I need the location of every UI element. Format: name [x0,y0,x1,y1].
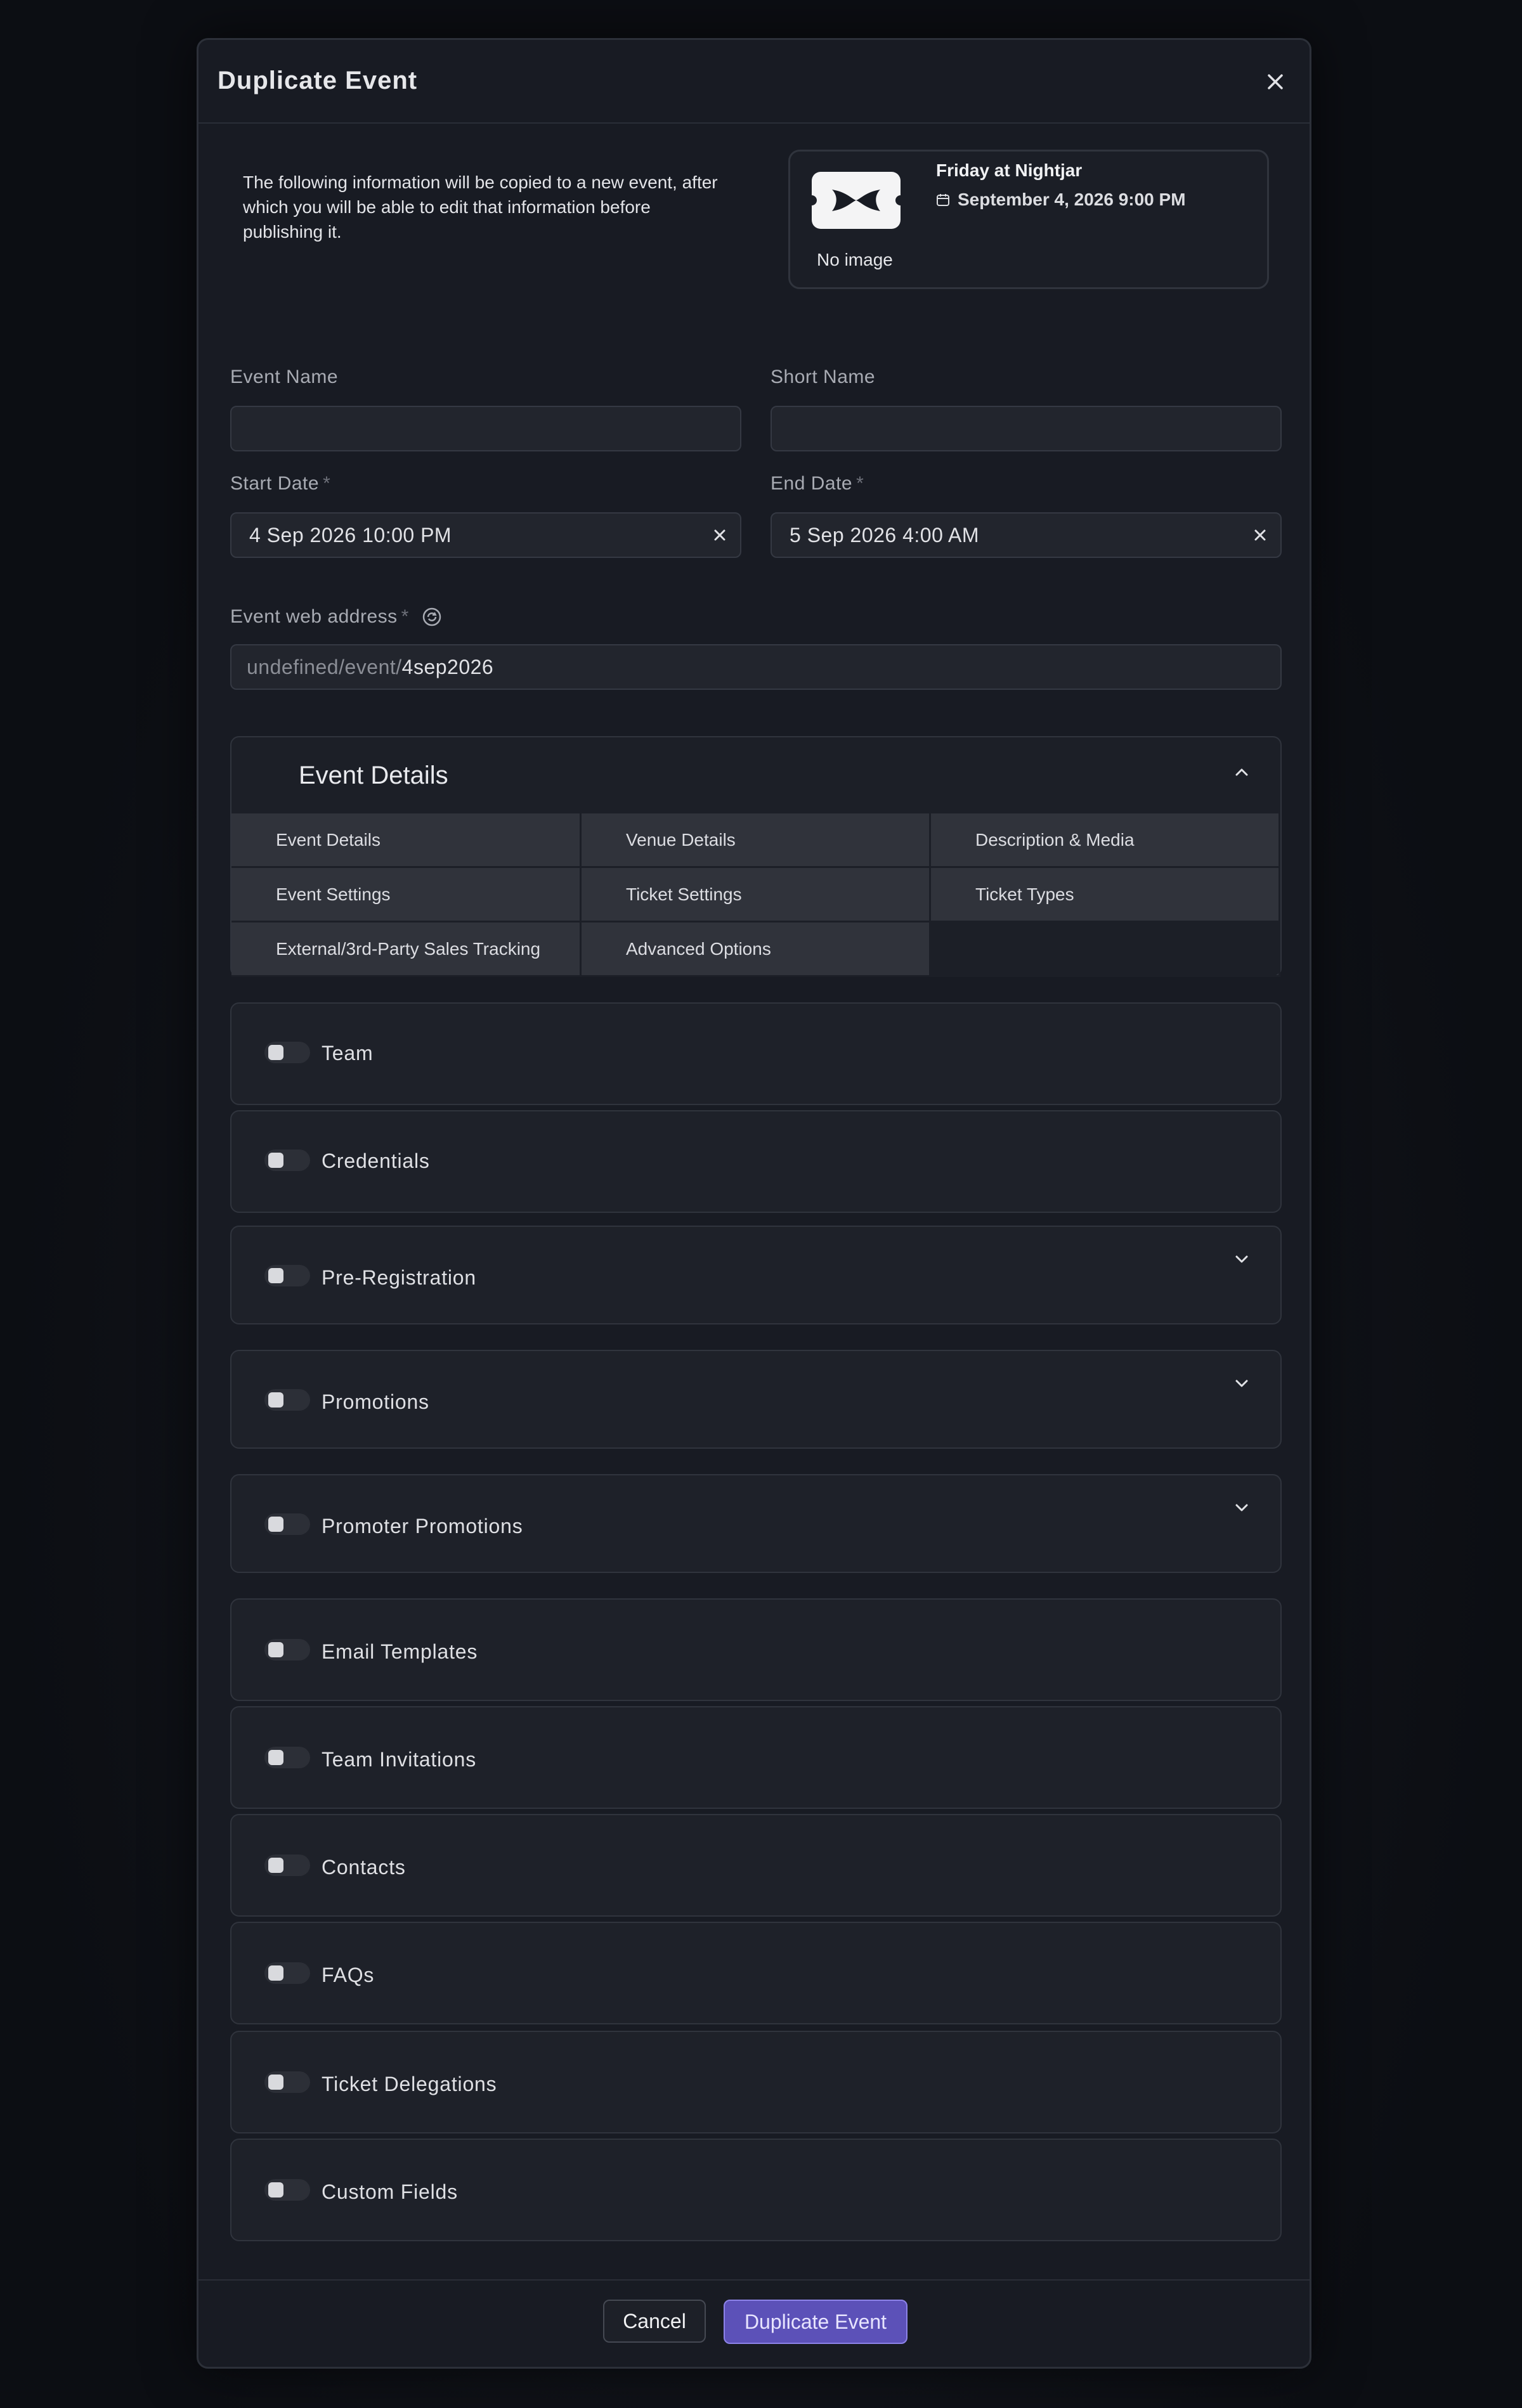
section-label: Team [322,1042,374,1065]
event-name-input[interactable] [230,406,741,451]
details-item-event-details[interactable]: Event Details [231,813,582,868]
promoter-promotions-toggle[interactable] [264,1513,310,1535]
start-date-input[interactable]: 4 Sep 2026 10:00 PM [230,512,741,558]
no-image-label: No image [817,250,893,269]
regenerate-icon[interactable] [420,605,443,628]
event-logo [807,172,906,229]
team-invitations-toggle[interactable] [264,1747,310,1768]
required-mark: * [401,606,409,627]
ticket-logo-icon [807,190,906,211]
section-label: Contacts [322,1856,406,1879]
grid-empty-cell [931,922,1280,977]
email-templates-toggle[interactable] [264,1639,310,1660]
clear-start-date-button[interactable] [710,525,730,545]
details-item-external-sales-tracking[interactable]: External/3rd-Party Sales Tracking [231,922,582,977]
event-details-grid: Event Details Venue Details Description … [231,813,1280,977]
close-icon [1268,74,1283,89]
web-address-prefix: undefined/event/ [247,655,402,678]
close-icon [1254,529,1266,541]
pre-registration-toggle[interactable] [264,1265,310,1286]
required-mark: * [323,473,331,494]
contacts-toggle[interactable] [264,1855,310,1876]
details-item-ticket-types[interactable]: Ticket Types [931,868,1280,922]
required-mark: * [856,473,864,494]
section-label: Promoter Promotions [322,1515,523,1537]
section-ticket-delegations: Ticket Delegations [230,2031,1282,2133]
web-address-label-text: Event web address [230,606,398,627]
cancel-button[interactable]: Cancel [603,2300,706,2343]
section-label: Email Templates [322,1640,478,1663]
details-item-description-media[interactable]: Description & Media [931,813,1280,868]
section-label: Custom Fields [322,2180,458,2203]
clear-end-date-button[interactable] [1250,525,1270,545]
section-faqs: FAQs [230,1922,1282,2024]
chevron-down-icon[interactable] [1232,1498,1251,1517]
source-event-date: September 4, 2026 9:00 PM [936,190,1186,210]
web-address-slug: 4sep2026 [401,655,494,678]
custom-fields-toggle[interactable] [264,2179,310,2201]
close-icon [714,529,725,541]
credentials-toggle[interactable] [264,1149,310,1171]
source-event-name: Friday at Nightjar [936,160,1083,180]
section-custom-fields: Custom Fields [230,2139,1282,2241]
chevron-down-icon[interactable] [1232,1250,1251,1269]
promotions-toggle[interactable] [264,1389,310,1411]
section-promotions: Promotions [230,1350,1282,1449]
details-item-ticket-settings[interactable]: Ticket Settings [582,868,931,922]
section-email-templates: Email Templates [230,1598,1282,1701]
section-team-invitations: Team Invitations [230,1706,1282,1809]
web-address-input[interactable]: undefined/event/4sep2026 [230,644,1282,690]
section-label: Credentials [322,1149,430,1172]
short-name-input[interactable] [771,406,1282,451]
duplicate-event-button[interactable]: Duplicate Event [724,2300,907,2344]
intro-text: The following information will be copied… [243,172,718,242]
section-pre-registration: Pre-Registration [230,1226,1282,1324]
section-promoter-promotions: Promoter Promotions [230,1474,1282,1573]
section-label: Promotions [322,1390,429,1413]
ticket-delegations-toggle[interactable] [264,2071,310,2093]
source-event-card: No image Friday at Nightjar September 4,… [788,150,1269,289]
source-event-date-text: September 4, 2026 9:00 PM [958,190,1186,209]
start-date-label: Start Date * [230,473,330,495]
modal-header: Duplicate Event [198,40,1310,124]
section-label: Ticket Delegations [322,2073,497,2095]
start-date-label-text: Start Date [230,473,320,494]
modal-title: Duplicate Event [218,67,418,94]
end-date-label-text: End Date [771,473,853,494]
chevron-up-icon[interactable] [1232,763,1251,782]
faqs-toggle[interactable] [264,1962,310,1984]
section-contacts: Contacts [230,1814,1282,1917]
details-item-event-settings[interactable]: Event Settings [231,868,582,922]
duplicate-event-modal: Duplicate Event The following informatio… [197,38,1311,2369]
event-details-section: Event Details Event Details Venue Detail… [230,736,1282,977]
details-item-advanced-options[interactable]: Advanced Options [582,922,931,977]
section-label: Pre-Registration [322,1266,477,1289]
start-date-value: 4 Sep 2026 10:00 PM [249,523,452,547]
end-date-input[interactable]: 5 Sep 2026 4:00 AM [771,512,1282,558]
team-toggle[interactable] [264,1042,310,1063]
chevron-down-icon[interactable] [1232,1374,1251,1393]
section-label: Team Invitations [322,1748,477,1771]
end-date-label: End Date * [771,473,864,495]
section-credentials: Credentials [230,1110,1282,1213]
short-name-label: Short Name [771,366,876,387]
close-button[interactable] [1263,69,1288,94]
calendar-icon [937,194,949,206]
event-details-title: Event Details [299,761,448,789]
end-date-value: 5 Sep 2026 4:00 AM [790,523,979,547]
web-address-label: Event web address * [230,605,443,628]
modal-footer: Cancel Duplicate Event [198,2279,1310,2367]
section-label: FAQs [322,1964,375,1986]
event-name-label: Event Name [230,366,339,387]
details-item-venue-details[interactable]: Venue Details [582,813,931,868]
section-team: Team [230,1002,1282,1105]
